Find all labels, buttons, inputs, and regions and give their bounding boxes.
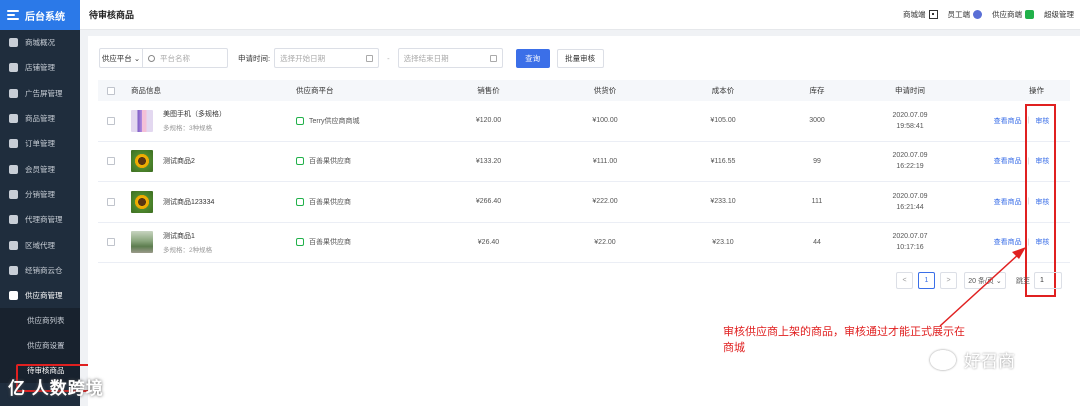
arrow-line bbox=[939, 252, 1021, 327]
watermark-left: 亿 人数跨境 bbox=[8, 379, 104, 398]
app-root: 后台系统 商城概况 店铺管理 广告屏管理 商品管理 订单管理 会员管理 分销管理… bbox=[0, 0, 1080, 406]
watermark-right: 好召商 bbox=[930, 347, 1015, 372]
arrow-head bbox=[1012, 247, 1026, 259]
wechat-bubble-icon bbox=[930, 349, 956, 370]
